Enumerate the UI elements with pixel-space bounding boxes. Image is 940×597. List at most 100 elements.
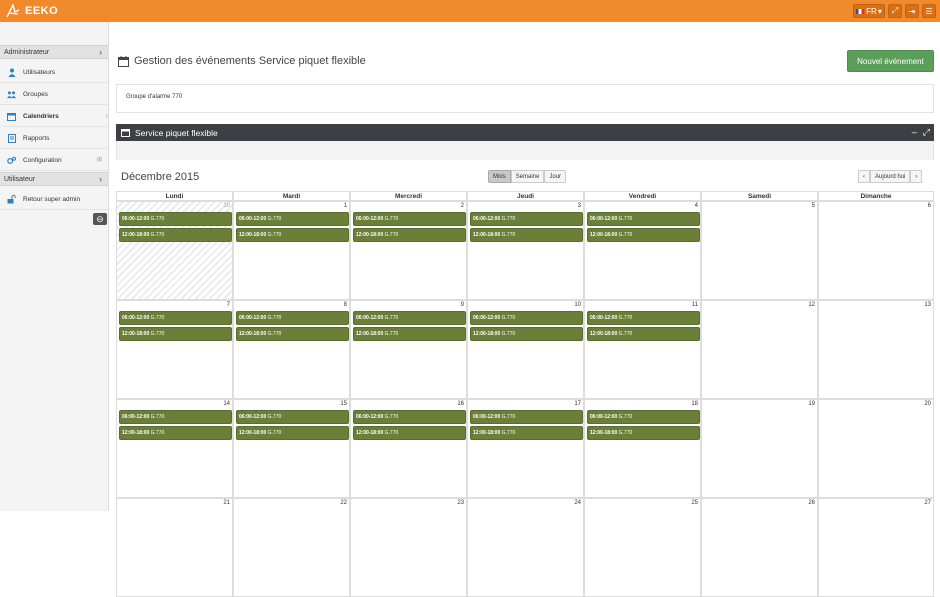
day-number[interactable]: 18 [691, 401, 698, 407]
event-morning[interactable]: 06:00-12:00 G.770 [470, 212, 583, 226]
day-number[interactable]: 27 [924, 500, 931, 506]
day-cell[interactable]: 24 [467, 498, 584, 597]
day-cell[interactable]: 10 06:00-12:00 G.770 12:00-18:00 G.770 [467, 300, 584, 399]
day-cell[interactable]: 5 [701, 201, 818, 300]
event-afternoon[interactable]: 12:00-18:00 G.770 [470, 327, 583, 341]
day-cell[interactable]: 4 06:00-12:00 G.770 12:00-18:00 G.770 [584, 201, 701, 300]
sidebar-item-configuration[interactable]: Configuration ⊞ [0, 150, 108, 171]
day-cell[interactable]: 15 06:00-12:00 G.770 12:00-18:00 G.770 [233, 399, 350, 498]
day-number[interactable]: 16 [457, 401, 464, 407]
day-cell[interactable]: 7 06:00-12:00 G.770 12:00-18:00 G.770 [116, 300, 233, 399]
day-cell[interactable]: 14 06:00-12:00 G.770 12:00-18:00 G.770 [116, 399, 233, 498]
day-number[interactable]: 30 [223, 203, 230, 209]
next-button[interactable]: › [910, 170, 923, 183]
day-cell[interactable]: 18 06:00-12:00 G.770 12:00-18:00 G.770 [584, 399, 701, 498]
day-number[interactable]: 17 [574, 401, 581, 407]
event-afternoon[interactable]: 12:00-18:00 G.770 [119, 426, 232, 440]
day-number[interactable]: 11 [692, 302, 698, 308]
day-number[interactable]: 4 [695, 203, 698, 209]
app-logo[interactable]: EEKO [6, 3, 58, 19]
day-number[interactable]: 14 [223, 401, 230, 407]
expand-icon[interactable]: ⤢ [923, 127, 930, 138]
day-cell[interactable]: 20 [818, 399, 934, 498]
view-day-button[interactable]: Jour [544, 170, 567, 183]
today-button[interactable]: Aujourd hui [870, 170, 911, 183]
event-morning[interactable]: 06:00-12:00 G.770 [587, 212, 700, 226]
day-cell[interactable]: 16 06:00-12:00 G.770 12:00-18:00 G.770 [350, 399, 467, 498]
day-number[interactable]: 21 [223, 500, 230, 506]
day-cell[interactable]: 2 06:00-12:00 G.770 12:00-18:00 G.770 [350, 201, 467, 300]
sidebar-item-calendars[interactable]: Calendriers ‹ [0, 106, 108, 127]
event-morning[interactable]: 06:00-12:00 G.770 [119, 410, 232, 424]
event-morning[interactable]: 06:00-12:00 G.770 [119, 212, 232, 226]
logout-button[interactable]: ⇥ [905, 4, 919, 18]
day-cell[interactable]: 12 [701, 300, 818, 399]
day-number[interactable]: 12 [808, 302, 815, 308]
day-number[interactable]: 25 [691, 500, 698, 506]
fullscreen-button[interactable]: ⤢ [888, 4, 902, 18]
language-dropdown[interactable]: FR ▾ [853, 4, 885, 18]
event-morning[interactable]: 06:00-12:00 G.770 [119, 311, 232, 325]
day-number[interactable]: 24 [574, 500, 581, 506]
event-morning[interactable]: 06:00-12:00 G.770 [236, 410, 349, 424]
event-afternoon[interactable]: 12:00-18:00 G.770 [353, 228, 466, 242]
event-afternoon[interactable]: 12:00-18:00 G.770 [119, 228, 232, 242]
day-number[interactable]: 13 [924, 302, 931, 308]
event-morning[interactable]: 06:00-12:00 G.770 [353, 212, 466, 226]
day-number[interactable]: 8 [344, 302, 347, 308]
event-morning[interactable]: 06:00-12:00 G.770 [236, 311, 349, 325]
day-number[interactable]: 26 [808, 500, 815, 506]
view-month-button[interactable]: Mois [488, 170, 511, 183]
day-cell[interactable]: 13 [818, 300, 934, 399]
sidebar-item-return-super-admin[interactable]: Retour super admin [0, 189, 108, 210]
day-number[interactable]: 3 [578, 203, 581, 209]
day-cell[interactable]: 17 06:00-12:00 G.770 12:00-18:00 G.770 [467, 399, 584, 498]
day-number[interactable]: 9 [461, 302, 464, 308]
day-cell[interactable]: 25 [584, 498, 701, 597]
day-cell[interactable]: 30 06:00-12:00 G.770 12:00-18:00 G.770 [116, 201, 233, 300]
day-cell[interactable]: 27 [818, 498, 934, 597]
day-cell[interactable]: 11 06:00-12:00 G.770 12:00-18:00 G.770 [584, 300, 701, 399]
event-afternoon[interactable]: 12:00-18:00 G.770 [587, 426, 700, 440]
sidebar-item-reports[interactable]: Rapports [0, 128, 108, 149]
day-number[interactable]: 22 [340, 500, 347, 506]
sidebar-section-user[interactable]: Utilisateur › [0, 172, 108, 186]
menu-button[interactable]: ☰ [922, 4, 936, 18]
sidebar-item-users[interactable]: Utilisateurs [0, 62, 108, 83]
event-morning[interactable]: 06:00-12:00 G.770 [353, 410, 466, 424]
day-cell[interactable]: 23 [350, 498, 467, 597]
day-cell[interactable]: 3 06:00-12:00 G.770 12:00-18:00 G.770 [467, 201, 584, 300]
event-morning[interactable]: 06:00-12:00 G.770 [236, 212, 349, 226]
sidebar-collapse-button[interactable]: ⊖ [93, 213, 107, 225]
day-number[interactable]: 19 [808, 401, 815, 407]
day-number[interactable]: 10 [574, 302, 581, 308]
day-cell[interactable]: 22 [233, 498, 350, 597]
day-cell[interactable]: 19 [701, 399, 818, 498]
event-afternoon[interactable]: 12:00-18:00 G.770 [353, 426, 466, 440]
day-number[interactable]: 1 [344, 203, 347, 209]
prev-button[interactable]: ‹ [858, 170, 870, 183]
new-event-button[interactable]: Nouvel événement [847, 50, 934, 72]
day-cell[interactable]: 26 [701, 498, 818, 597]
event-afternoon[interactable]: 12:00-18:00 G.770 [119, 327, 232, 341]
day-number[interactable]: 2 [461, 203, 464, 209]
event-afternoon[interactable]: 12:00-18:00 G.770 [236, 426, 349, 440]
day-cell[interactable]: 8 06:00-12:00 G.770 12:00-18:00 G.770 [233, 300, 350, 399]
day-number[interactable]: 20 [924, 401, 931, 407]
minimize-icon[interactable]: – [912, 127, 917, 138]
event-afternoon[interactable]: 12:00-18:00 G.770 [587, 327, 700, 341]
day-number[interactable]: 23 [457, 500, 464, 506]
day-cell[interactable]: 9 06:00-12:00 G.770 12:00-18:00 G.770 [350, 300, 467, 399]
event-morning[interactable]: 06:00-12:00 G.770 [470, 311, 583, 325]
event-afternoon[interactable]: 12:00-18:00 G.770 [353, 327, 466, 341]
day-number[interactable]: 15 [340, 401, 347, 407]
event-afternoon[interactable]: 12:00-18:00 G.770 [470, 228, 583, 242]
sidebar-section-admin[interactable]: Administrateur › [0, 45, 108, 59]
event-afternoon[interactable]: 12:00-18:00 G.770 [470, 426, 583, 440]
event-afternoon[interactable]: 12:00-18:00 G.770 [587, 228, 700, 242]
day-cell[interactable]: 21 [116, 498, 233, 597]
event-afternoon[interactable]: 12:00-18:00 G.770 [236, 228, 349, 242]
view-week-button[interactable]: Semaine [510, 170, 545, 183]
event-morning[interactable]: 06:00-12:00 G.770 [470, 410, 583, 424]
day-number[interactable]: 7 [227, 302, 230, 308]
